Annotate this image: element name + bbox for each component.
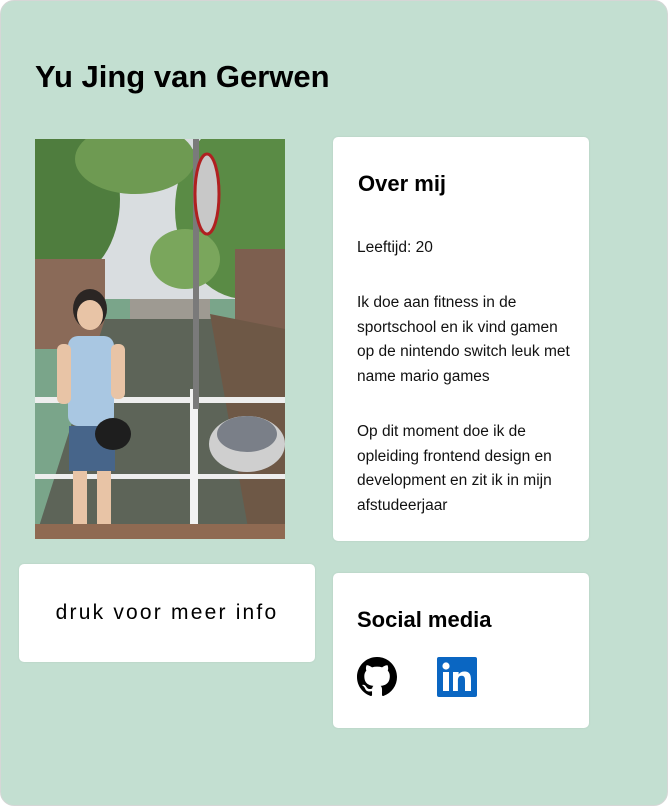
profile-card: Yu Jing van Gerwen druk voor meer info O… [0,0,668,806]
profile-photo [35,139,285,539]
more-info-button[interactable]: druk voor meer info [19,564,315,662]
github-icon[interactable] [357,657,397,697]
age-text: Leeftijd: 20 [357,239,433,256]
about-paragraph-hobbies: Ik doe aan fitness in de sportschool en … [357,294,570,385]
page-title: Yu Jing van Gerwen [35,59,330,94]
social-heading: Social media [357,607,492,632]
about-paragraph-study: Op dit moment doe ik de opleiding fronte… [357,423,552,514]
about-panel: Over mij Leeftijd: 20 Ik doe aan fitness… [333,137,589,541]
about-heading: Over mij [358,171,447,196]
social-panel: Social media [333,573,589,728]
linkedin-icon[interactable] [437,657,477,697]
